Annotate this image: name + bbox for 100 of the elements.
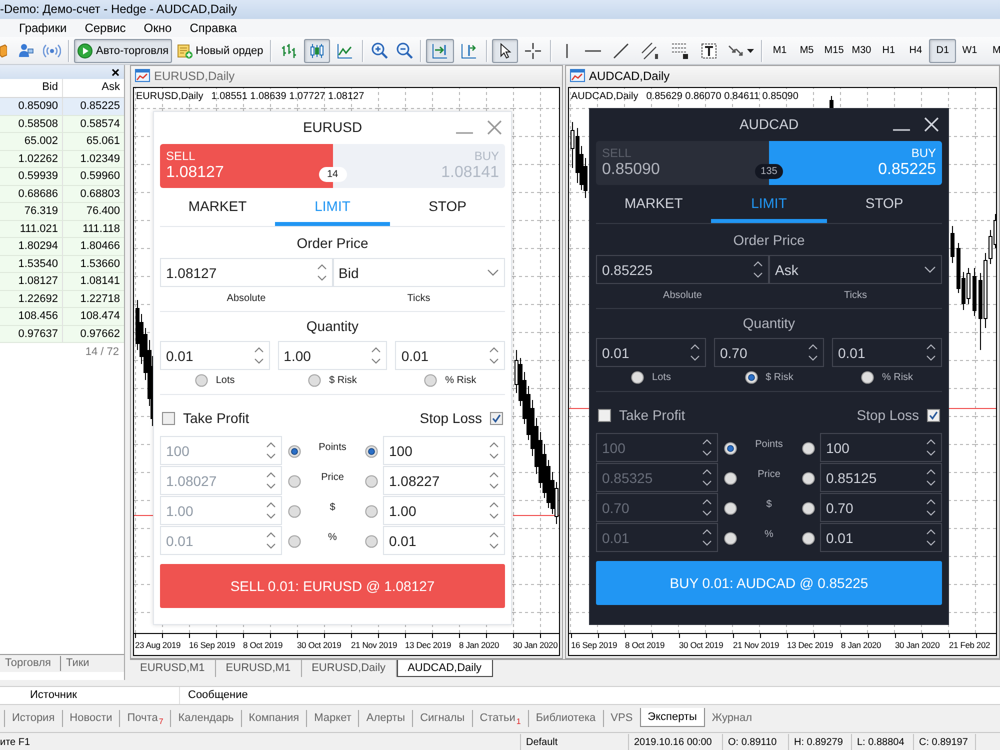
quote-row[interactable]: 0.58508 0.58574 bbox=[0, 116, 124, 133]
stepper-icon[interactable] bbox=[254, 347, 264, 364]
stepper-icon[interactable] bbox=[926, 439, 936, 456]
stacked-lines-icon[interactable] bbox=[671, 42, 690, 60]
quote-row[interactable]: 108.456 108.474 bbox=[0, 308, 124, 326]
arrows-icon[interactable] bbox=[727, 42, 746, 58]
stop-loss-field[interactable]: 0.70 bbox=[820, 493, 942, 522]
radio-button[interactable] bbox=[802, 502, 814, 515]
radio-button[interactable] bbox=[724, 532, 736, 545]
timeframe-button[interactable]: M30 bbox=[848, 38, 876, 62]
column-header[interactable]: Источник bbox=[0, 687, 180, 704]
quote-row[interactable]: 65.002 65.061 bbox=[0, 133, 124, 150]
stop-loss-field[interactable]: 0.01 bbox=[820, 523, 942, 552]
minimize-icon[interactable] bbox=[893, 129, 910, 131]
cursor-mode-button[interactable] bbox=[492, 38, 518, 62]
stepper-icon[interactable] bbox=[702, 439, 712, 456]
new-order-button[interactable]: Новый ордер bbox=[174, 38, 266, 62]
timeframe-button[interactable]: M15 bbox=[820, 38, 848, 62]
checkbox[interactable] bbox=[927, 408, 940, 422]
mode-label[interactable]: Ticks bbox=[769, 289, 942, 302]
stepper-icon[interactable] bbox=[702, 499, 712, 516]
box-icon[interactable] bbox=[0, 44, 7, 58]
quantity-field[interactable]: 0.01 bbox=[832, 338, 942, 367]
stepper-icon[interactable] bbox=[371, 347, 382, 364]
timeframe-button[interactable]: H1 bbox=[875, 38, 902, 62]
quantity-field[interactable]: 0.01 bbox=[395, 341, 505, 370]
quote-row[interactable]: 1.53540 1.53660 bbox=[0, 256, 124, 273]
close-icon[interactable] bbox=[112, 68, 119, 76]
radio-button[interactable] bbox=[308, 374, 322, 386]
order-type-tab[interactable]: STOP bbox=[826, 186, 942, 223]
stop-loss-field[interactable]: 1.00 bbox=[383, 496, 505, 525]
radio-button[interactable] bbox=[860, 370, 874, 384]
stop-loss-field[interactable]: 100 bbox=[820, 433, 942, 462]
zoom-out-icon[interactable] bbox=[396, 42, 414, 59]
stepper-icon[interactable] bbox=[690, 344, 700, 361]
radio-button[interactable] bbox=[724, 442, 736, 455]
toolbox-tab[interactable]: Новости bbox=[70, 710, 112, 727]
toolbox-tab[interactable]: История bbox=[12, 710, 55, 727]
mode-label[interactable]: Absolute bbox=[596, 289, 769, 302]
toolbox-tab[interactable]: Маркет bbox=[314, 710, 352, 727]
stepper-icon[interactable] bbox=[926, 529, 936, 546]
broadcast-icon[interactable] bbox=[43, 42, 61, 58]
column-header[interactable]: Ask bbox=[62, 79, 124, 97]
quote-row[interactable]: 111.021 111.118 bbox=[0, 220, 124, 238]
toolbox-tab[interactable]: VPS bbox=[610, 710, 633, 727]
toolbox-tab[interactable]: Библиотека bbox=[536, 710, 596, 727]
radio-button[interactable] bbox=[194, 374, 208, 386]
toolbox-tab[interactable]: Сигналы bbox=[420, 710, 465, 727]
checkbox[interactable] bbox=[598, 408, 611, 422]
stepper-icon[interactable] bbox=[266, 502, 276, 519]
quote-row[interactable]: 0.68686 0.68803 bbox=[0, 186, 124, 203]
panel-tab[interactable]: Торговля bbox=[0, 656, 56, 671]
stepper-icon[interactable] bbox=[316, 264, 326, 281]
timeframe-button[interactable]: H4 bbox=[902, 38, 930, 62]
checkbox[interactable] bbox=[490, 412, 503, 424]
auto-scroll-button[interactable] bbox=[426, 38, 454, 62]
toolbox-tab[interactable]: Календарь bbox=[178, 710, 234, 727]
quote-row[interactable]: 0.85090 0.85225 bbox=[0, 98, 124, 116]
order-type-tab[interactable]: MARKET bbox=[596, 186, 712, 223]
stepper-icon[interactable] bbox=[266, 442, 276, 459]
radio-button[interactable] bbox=[802, 472, 814, 485]
quote-row[interactable]: 1.02262 1.02349 bbox=[0, 150, 124, 168]
radio-button[interactable] bbox=[802, 442, 814, 455]
radio-button[interactable] bbox=[288, 445, 300, 458]
stepper-icon[interactable] bbox=[926, 499, 936, 516]
chart-tab[interactable]: AUDCAD,Daily bbox=[396, 660, 493, 678]
radio-button[interactable] bbox=[802, 532, 814, 545]
quote-row[interactable]: 0.59939 0.59960 bbox=[0, 168, 124, 186]
toolbox-tab[interactable]: Алерты bbox=[366, 710, 406, 727]
stepper-icon[interactable] bbox=[753, 261, 763, 278]
mode-label[interactable]: Ticks bbox=[332, 292, 505, 305]
radio-button[interactable] bbox=[631, 370, 644, 384]
text-box-icon[interactable] bbox=[701, 42, 718, 58]
vertical-line-icon[interactable] bbox=[565, 42, 570, 58]
person-icon[interactable] bbox=[18, 42, 34, 58]
diagonal-line-icon[interactable] bbox=[613, 42, 630, 58]
order-type-tab[interactable]: STOP bbox=[390, 189, 505, 226]
stop-loss-field[interactable]: 100 bbox=[383, 436, 505, 465]
quote-row[interactable]: 0.97637 0.97662 bbox=[0, 326, 124, 343]
toolbox-tab[interactable]: Почта bbox=[127, 710, 158, 727]
menu-item[interactable]: Окно bbox=[134, 20, 181, 36]
stop-loss-field[interactable]: 0.01 bbox=[383, 526, 505, 555]
panel-tab[interactable]: Тики bbox=[60, 656, 94, 671]
order-type-tab[interactable]: MARKET bbox=[160, 189, 275, 226]
radio-button[interactable] bbox=[724, 502, 736, 515]
radio-button[interactable] bbox=[724, 472, 736, 485]
radio-button[interactable] bbox=[744, 370, 758, 384]
column-header[interactable]: Сообщение bbox=[180, 687, 248, 704]
stepper-icon[interactable] bbox=[489, 532, 499, 549]
quote-row[interactable]: 1.08127 1.08141 bbox=[0, 273, 124, 290]
toolbox-tab[interactable]: Статьи bbox=[480, 710, 516, 727]
radio-button[interactable] bbox=[288, 475, 300, 488]
menu-item[interactable]: Справка bbox=[180, 20, 246, 36]
stepper-icon[interactable] bbox=[702, 529, 712, 546]
quote-row[interactable]: 76.319 76.400 bbox=[0, 203, 124, 220]
stepper-icon[interactable] bbox=[489, 502, 499, 519]
timeframe-button[interactable]: D1 bbox=[929, 38, 956, 62]
chart-tab[interactable]: EURUSD,M1 bbox=[130, 660, 216, 678]
chart-tab[interactable]: EURUSD,M1 bbox=[216, 660, 302, 678]
toolbox-tab[interactable]: Компания bbox=[248, 710, 300, 727]
